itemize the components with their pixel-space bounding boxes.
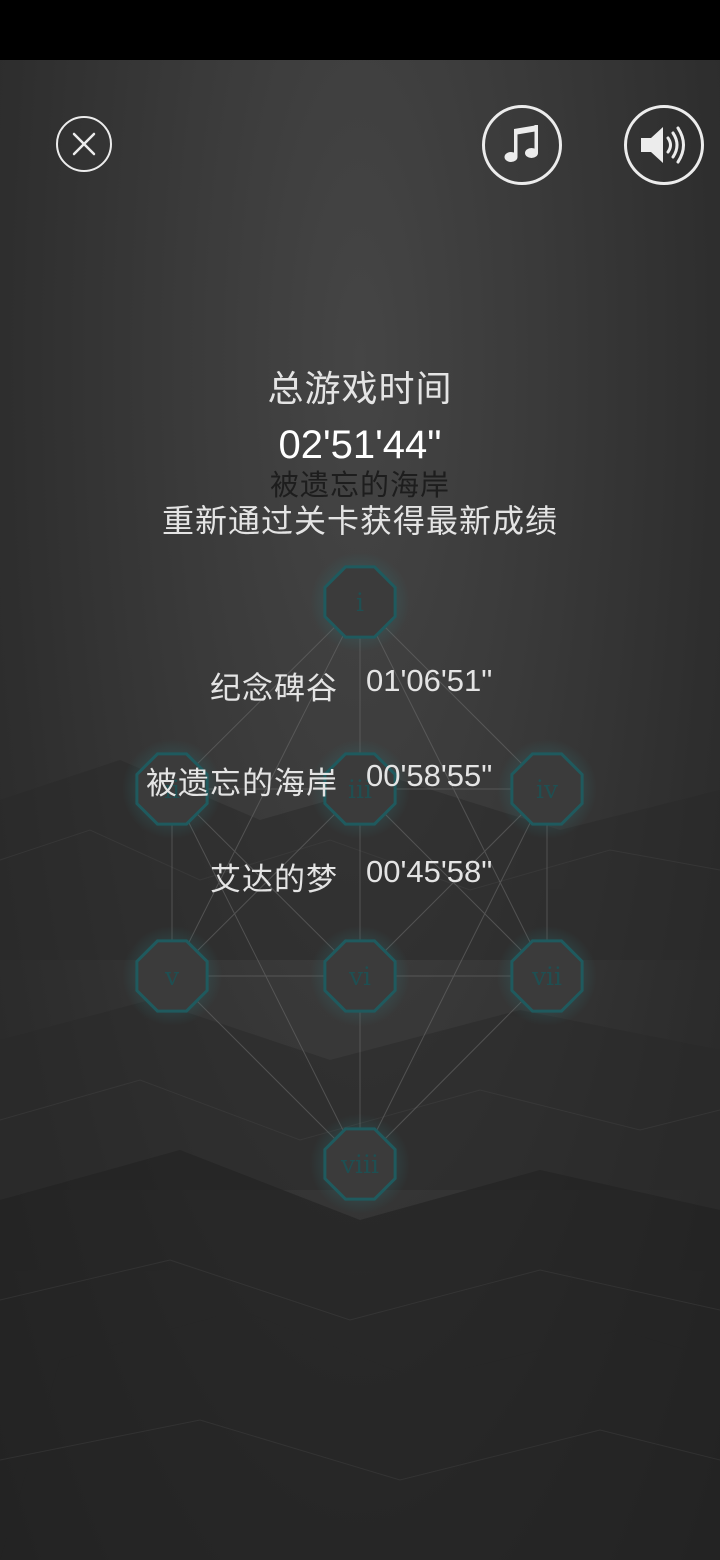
level-node-v[interactable]: v: [122, 926, 222, 1026]
level-node-label: i: [356, 588, 364, 617]
level-node-vii[interactable]: vii: [497, 926, 597, 1026]
record-time: 01'06'51": [366, 663, 493, 698]
level-map: iii iii ivv vi viiviii: [122, 552, 597, 1214]
record-time: 00'45'58": [366, 854, 493, 889]
level-node-label: vi: [348, 962, 371, 991]
level-node-label: viii: [340, 1150, 379, 1179]
record-name: 被遗忘的海岸: [146, 766, 338, 802]
record-row: 艾达的梦 00'45'58": [0, 854, 720, 900]
level-node-label: vii: [531, 962, 562, 991]
game-screen: i ii iii iv v vi vii viii 总游戏时间 02'51'44" 被遗忘的海…: [0, 0, 720, 1560]
replay-hint: 重新通过关卡获得最新成绩: [161, 502, 558, 540]
record-row: 被遗忘的海岸 00'58'55": [0, 758, 720, 804]
record-time: 00'58'55": [366, 758, 493, 793]
total-time-label: 总游戏时间: [267, 369, 453, 410]
status-bar: [0, 0, 720, 60]
level-node-label: v: [164, 962, 180, 991]
level-node-viii[interactable]: viii: [310, 1114, 410, 1214]
record-name: 艾达的梦: [210, 862, 338, 898]
level-node-vi[interactable]: vi: [310, 926, 410, 1026]
game-area: i ii iii iv v vi vii viii 总游戏时间 02'51'44" 被遗忘的海…: [0, 60, 720, 1560]
record-name: 纪念碑谷: [210, 671, 338, 707]
record-row: 纪念碑谷 01'06'51": [0, 663, 720, 709]
level-node-i[interactable]: i: [310, 552, 410, 652]
